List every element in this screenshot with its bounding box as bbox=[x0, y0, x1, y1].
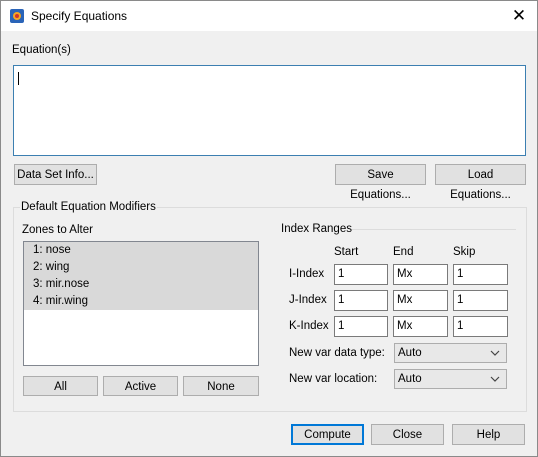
new-var-data-type-label: New var data type: bbox=[289, 347, 385, 359]
default-equation-modifiers-title: Default Equation Modifiers bbox=[20, 201, 157, 213]
specify-equations-dialog: Specify Equations ✕ Equation(s) Data Set… bbox=[0, 0, 538, 457]
new-var-data-type-value: Auto bbox=[398, 347, 422, 359]
list-item[interactable]: 1: nose bbox=[24, 242, 258, 259]
i-index-start-field[interactable]: 1 bbox=[334, 264, 388, 285]
chevron-down-icon bbox=[490, 350, 500, 356]
list-item[interactable]: 2: wing bbox=[24, 259, 258, 276]
compute-button[interactable]: Compute bbox=[291, 424, 364, 445]
i-index-label: I-Index bbox=[289, 268, 325, 280]
save-equations-button[interactable]: Save Equations... bbox=[335, 164, 426, 201]
close-icon[interactable]: ✕ bbox=[506, 6, 532, 26]
end-column-header: End bbox=[393, 246, 414, 258]
index-ranges-title: Index Ranges bbox=[281, 223, 352, 235]
active-button[interactable]: Active bbox=[103, 376, 178, 396]
chevron-down-icon bbox=[490, 376, 500, 382]
none-button[interactable]: None bbox=[183, 376, 259, 396]
close-button[interactable]: Close bbox=[371, 424, 444, 445]
i-index-skip-field[interactable]: 1 bbox=[453, 264, 508, 285]
j-index-label: J-Index bbox=[289, 294, 327, 306]
zones-to-alter-label: Zones to Alter bbox=[22, 224, 93, 236]
index-ranges-divider bbox=[352, 229, 516, 230]
all-button[interactable]: All bbox=[23, 376, 98, 396]
k-index-end-field[interactable]: Mx bbox=[393, 316, 448, 337]
zones-listbox[interactable]: 1: nose 2: wing 3: mir.nose 4: mir.wing bbox=[23, 241, 259, 366]
load-equations-button[interactable]: Load Equations... bbox=[435, 164, 526, 201]
equations-label: Equation(s) bbox=[12, 44, 71, 56]
i-index-end-field[interactable]: Mx bbox=[393, 264, 448, 285]
title-bar: Specify Equations ✕ bbox=[1, 1, 537, 31]
app-icon bbox=[10, 9, 24, 23]
k-index-skip-field[interactable]: 1 bbox=[453, 316, 508, 337]
list-item[interactable]: 3: mir.nose bbox=[24, 276, 258, 293]
k-index-start-field[interactable]: 1 bbox=[334, 316, 388, 337]
data-set-info-button[interactable]: Data Set Info... bbox=[14, 164, 97, 185]
skip-column-header: Skip bbox=[453, 246, 476, 258]
new-var-location-value: Auto bbox=[398, 373, 422, 385]
j-index-end-field[interactable]: Mx bbox=[393, 290, 448, 311]
window-title: Specify Equations bbox=[31, 9, 128, 23]
new-var-location-dropdown[interactable]: Auto bbox=[394, 369, 507, 389]
equations-input[interactable] bbox=[13, 65, 526, 156]
list-item[interactable]: 4: mir.wing bbox=[24, 293, 258, 310]
j-index-skip-field[interactable]: 1 bbox=[453, 290, 508, 311]
new-var-data-type-dropdown[interactable]: Auto bbox=[394, 343, 507, 363]
help-button[interactable]: Help bbox=[452, 424, 525, 445]
new-var-location-label: New var location: bbox=[289, 373, 378, 385]
text-cursor bbox=[18, 72, 19, 85]
start-column-header: Start bbox=[334, 246, 359, 258]
k-index-label: K-Index bbox=[289, 320, 329, 332]
j-index-start-field[interactable]: 1 bbox=[334, 290, 388, 311]
